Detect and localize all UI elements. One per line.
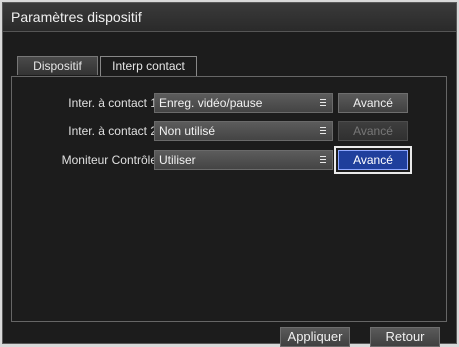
tab-interp-contact[interactable]: Interp contact [100,56,197,77]
tab-dispositif[interactable]: Dispositif [17,56,98,75]
contact-1-label: Inter. à contact 1 [68,96,157,110]
window-title: Paramètres dispositif [11,9,142,25]
monitor-label: Moniteur Contrôle [61,153,157,167]
list-icon [320,127,326,135]
list-icon [320,156,326,164]
contact-2-label: Inter. à contact 2 [68,124,157,138]
title-bar: Paramètres dispositif [3,3,456,32]
back-button[interactable]: Retour [370,327,440,347]
monitor-select[interactable]: Utiliser [154,150,333,170]
apply-button[interactable]: Appliquer [280,327,350,347]
settings-window: Paramètres dispositif Dispositif Interp … [2,2,457,347]
monitor-advanced-button[interactable]: Avancé [338,150,408,170]
contact-1-select[interactable]: Enreg. vidéo/pause [154,93,333,113]
list-icon [320,99,326,107]
monitor-value: Utiliser [159,153,196,167]
contact-1-value: Enreg. vidéo/pause [159,96,263,110]
contact-2-value: Non utilisé [159,124,216,138]
contact-2-row: Inter. à contact 2 Non utilisé Avancé [12,121,446,141]
tab-panel: Inter. à contact 1 Enreg. vidéo/pause Av… [11,76,447,322]
contact-2-advanced-button: Avancé [338,121,408,141]
contact-2-select[interactable]: Non utilisé [154,121,333,141]
monitor-row: Moniteur Contrôle Utiliser Avancé [12,150,446,170]
contact-1-row: Inter. à contact 1 Enreg. vidéo/pause Av… [12,93,446,113]
contact-1-advanced-button[interactable]: Avancé [338,93,408,113]
